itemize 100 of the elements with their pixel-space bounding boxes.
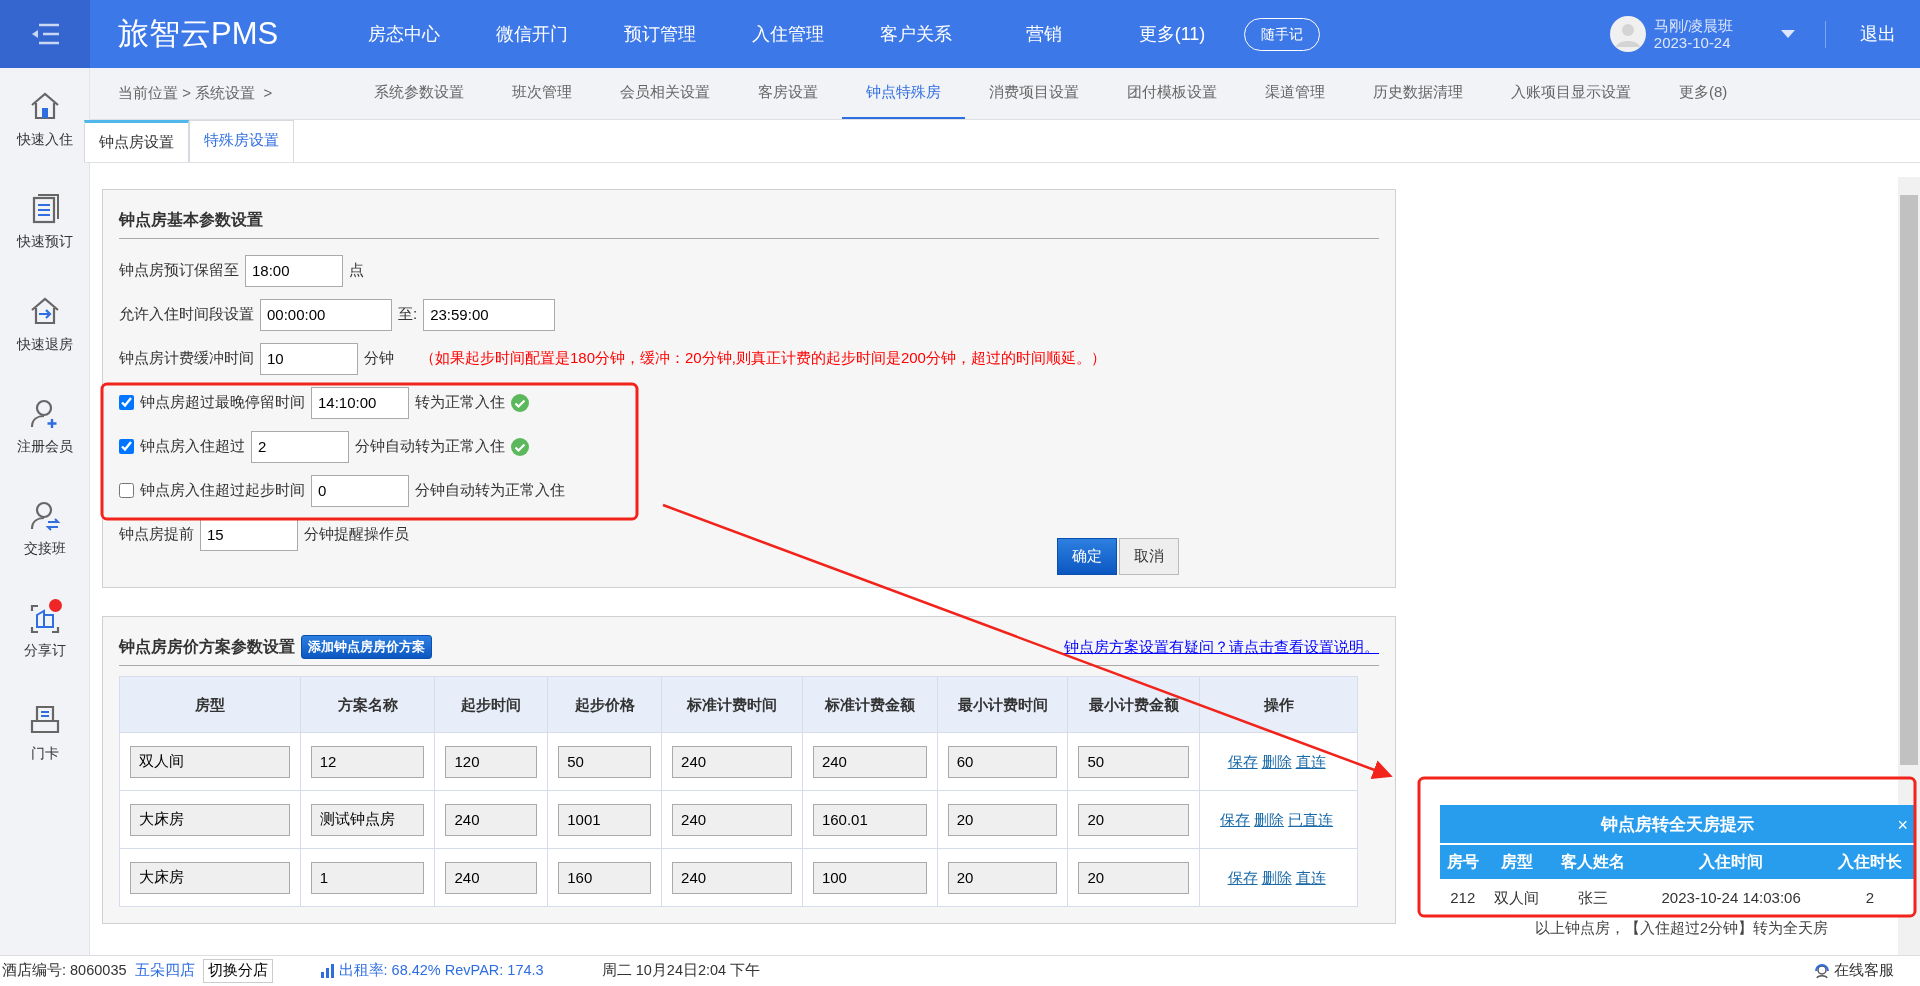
- confirm-button[interactable]: 确定: [1057, 538, 1117, 575]
- section-title: 钟点房房价方案参数设置: [119, 636, 295, 657]
- nav-tab[interactable]: 团付模板设置: [1103, 68, 1241, 119]
- table-input[interactable]: 60: [947, 745, 1058, 778]
- input-field[interactable]: 23:59:00: [423, 298, 556, 331]
- user-name: 马刚/凌晨班: [1653, 16, 1733, 34]
- input-field[interactable]: 10: [260, 342, 358, 375]
- table-input[interactable]: 240: [812, 745, 927, 778]
- sidebar-item[interactable]: 交接班: [23, 499, 66, 560]
- table-input[interactable]: 1: [310, 861, 425, 894]
- column-header: 房型: [119, 676, 301, 733]
- table-input[interactable]: 20: [1078, 861, 1190, 894]
- table-input[interactable]: 1001: [558, 803, 652, 836]
- nav-link[interactable]: 微信开门: [468, 20, 596, 48]
- table-input[interactable]: 100: [812, 861, 927, 894]
- column-header: 房型: [1485, 845, 1549, 879]
- nav-link[interactable]: 客户关系: [852, 20, 980, 48]
- cancel-button[interactable]: 取消: [1119, 538, 1179, 575]
- action-link[interactable]: 保存: [1220, 810, 1251, 828]
- table-input[interactable]: 240: [445, 803, 538, 836]
- action-link[interactable]: 删除: [1261, 868, 1292, 886]
- sidebar-item[interactable]: 注册会员: [16, 396, 73, 457]
- checkbox[interactable]: [119, 439, 134, 454]
- add-plan-button[interactable]: 添加钟点房房价方案: [301, 634, 432, 660]
- sidebar-item[interactable]: 快速入住: [16, 90, 73, 151]
- headset-icon: [1814, 963, 1830, 979]
- nav-link[interactable]: 营销: [980, 20, 1108, 48]
- caret-icon[interactable]: [1781, 29, 1795, 39]
- action-link[interactable]: 删除: [1254, 810, 1285, 828]
- table-input[interactable]: 50: [558, 745, 652, 778]
- nav-link[interactable]: 房态中心: [340, 20, 468, 48]
- column-header: 起步价格: [547, 676, 662, 733]
- section-title: 钟点房基本参数设置: [119, 209, 263, 230]
- table-input[interactable]: 160.01: [812, 803, 927, 836]
- hint-text: （如果起步时间配置是180分钟，缓冲：20分钟,则真正计费的起步时间是200分钟，超过的时间顺延。）: [420, 348, 1106, 369]
- nav-link[interactable]: 更多(11): [1108, 20, 1236, 48]
- table-input[interactable]: 120: [445, 745, 538, 778]
- column-header: 标准计费时间: [661, 676, 803, 733]
- tab[interactable]: 钟点房设置: [84, 120, 189, 162]
- table-input[interactable]: 240: [672, 745, 792, 778]
- input-field[interactable]: 2: [251, 430, 349, 463]
- menu-toggle-button[interactable]: [0, 0, 90, 68]
- nav-tab[interactable]: 客房设置: [734, 68, 842, 119]
- nav-tab[interactable]: 更多(8): [1655, 68, 1752, 119]
- sidebar-item[interactable]: 门卡: [27, 703, 62, 764]
- action-link[interactable]: 删除: [1261, 752, 1292, 770]
- nav-tab[interactable]: 会员相关设置: [596, 68, 734, 119]
- table-input[interactable]: 大床房: [130, 803, 290, 836]
- table-input[interactable]: 20: [1078, 803, 1190, 836]
- action-link[interactable]: 直连: [1295, 868, 1326, 886]
- nav-tab[interactable]: 班次管理: [488, 68, 596, 119]
- table-input[interactable]: 大床房: [130, 861, 290, 894]
- table-input[interactable]: 测试钟点房: [310, 803, 425, 836]
- action-link[interactable]: 直连: [1295, 752, 1326, 770]
- action-link[interactable]: 已直连: [1288, 810, 1334, 828]
- column-header: 入住时间: [1636, 845, 1826, 879]
- sidebar-item[interactable]: 快速退房: [16, 294, 73, 355]
- switch-branch-button[interactable]: 切换分店: [202, 959, 273, 983]
- table-input[interactable]: 20: [947, 861, 1058, 894]
- label: 至:: [398, 304, 418, 325]
- table-input[interactable]: 160: [558, 861, 652, 894]
- hotel-number: 酒店编号: 8060035: [2, 961, 127, 981]
- table-input[interactable]: 240: [672, 861, 792, 894]
- table-input[interactable]: 50: [1078, 745, 1190, 778]
- sidebar-item[interactable]: 分享订: [23, 601, 66, 662]
- checkbox[interactable]: [119, 395, 134, 410]
- input-field[interactable]: 14:10:00: [311, 386, 409, 419]
- popup-caption: 以上钟点房，【入住超过2分钟】转为全天房: [1535, 919, 1829, 938]
- table-input[interactable]: 240: [445, 861, 538, 894]
- nav-tab[interactable]: 消费项目设置: [965, 68, 1103, 119]
- table-cell: 张三: [1548, 879, 1637, 917]
- user-date: 2023-10-24: [1653, 34, 1732, 52]
- logout-link[interactable]: 退出: [1825, 20, 1896, 48]
- popup-title: 钟点房转全天房提示: [1600, 815, 1754, 834]
- nav-tab[interactable]: 钟点特殊房: [842, 68, 965, 119]
- nav-link[interactable]: 预订管理: [596, 20, 724, 48]
- label: 分钟: [364, 348, 394, 369]
- nav-tab[interactable]: 历史数据清理: [1349, 68, 1487, 119]
- column-header: 最小计费时间: [937, 676, 1068, 733]
- table-input[interactable]: 20: [947, 803, 1058, 836]
- table-input[interactable]: 12: [310, 745, 425, 778]
- table-input[interactable]: 240: [672, 803, 792, 836]
- nav-tab[interactable]: 入账项目显示设置: [1487, 68, 1655, 119]
- nav-tab[interactable]: 渠道管理: [1241, 68, 1349, 119]
- table-input[interactable]: 双人间: [130, 745, 290, 778]
- input-field[interactable]: 18:00: [245, 254, 343, 287]
- action-link[interactable]: 保存: [1227, 752, 1258, 770]
- sidebar-item[interactable]: 快速预订: [16, 192, 73, 253]
- column-header: 房号: [1440, 845, 1486, 879]
- input-field[interactable]: 00:00:00: [260, 298, 392, 331]
- tab[interactable]: 特殊房设置: [189, 120, 294, 162]
- help-link[interactable]: 钟点房方案设置有疑问？请点击查看设置说明。: [1064, 635, 1379, 659]
- nav-link[interactable]: 入住管理: [724, 20, 852, 48]
- label: 允许入住时间段设置: [119, 304, 254, 325]
- action-link[interactable]: 保存: [1227, 868, 1258, 886]
- occupancy-text: 出租率: 68.42% RevPAR: 174.3: [338, 961, 544, 981]
- support-link[interactable]: 在线客服: [1814, 960, 1894, 982]
- nav-tab[interactable]: 系统参数设置: [350, 68, 488, 119]
- checkbox[interactable]: [119, 483, 134, 498]
- input-field[interactable]: 0: [311, 474, 409, 507]
